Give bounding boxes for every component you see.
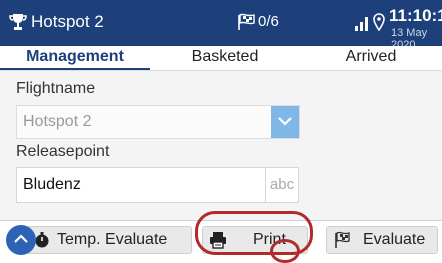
print-label: Print [253,231,286,248]
basket-count: 0/6 [258,13,279,30]
page-title: Hotspot 2 [31,12,104,31]
tab-basketed[interactable]: Basketed [150,46,300,68]
flightname-label: Flightname [16,80,96,97]
printer-icon [210,232,226,249]
evaluate-button[interactable]: Evaluate [326,226,438,254]
temp-evaluate-button[interactable]: Temp. Evaluate [24,226,192,254]
print-button[interactable]: Print [202,226,308,254]
releasepoint-label: Releasepoint [16,143,110,160]
tab-arrived[interactable]: Arrived [300,46,442,68]
checkered-flag-icon [238,13,255,30]
input-type-badge: abc [265,167,299,203]
tab-management[interactable]: Management [0,46,150,71]
releasepoint-value: Bludenz [23,176,81,193]
management-form: Flightname Hotspot 2 Releasepoint Bluden… [0,70,442,221]
bottom-toolbar: Temp. Evaluate Print Evaluate [0,220,442,256]
chevron-up-icon [14,234,28,243]
flightname-select[interactable]: Hotspot 2 [16,105,300,139]
trophy-icon [9,14,27,30]
dropdown-button[interactable] [271,106,299,138]
tab-bar: Management Basketed Arrived [0,46,442,71]
toolbar-toggle-button[interactable] [6,225,36,255]
chevron-down-icon [278,117,292,126]
temp-evaluate-label: Temp. Evaluate [57,231,168,248]
location-pin-icon [373,13,385,31]
signal-icon [355,17,368,31]
flightname-value: Hotspot 2 [23,113,92,130]
clock-time: 11:10:17 [389,6,442,25]
releasepoint-field[interactable]: Bludenz [16,167,266,203]
evaluate-label: Evaluate [363,231,426,248]
checkered-flag-icon [335,231,350,248]
status-bar: Hotspot 2 0/6 11:10:17 13 May 2020 [0,0,442,51]
